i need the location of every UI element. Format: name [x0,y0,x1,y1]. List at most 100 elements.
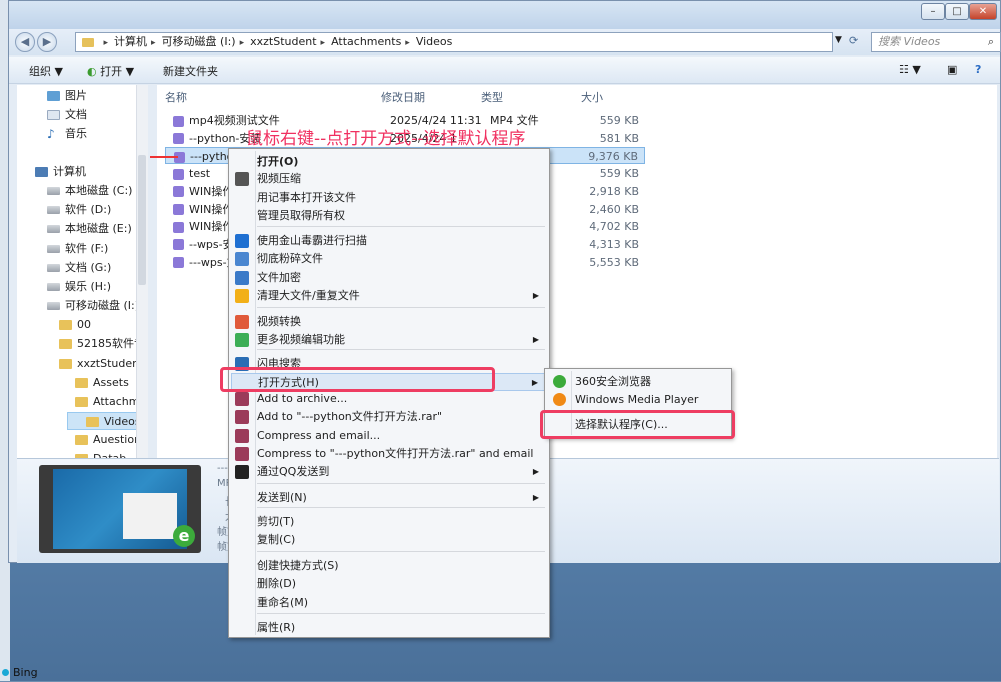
context-menu-item[interactable]: 更多视频编辑功能 ▶ [231,331,547,349]
menu-item-label: 彻底粉碎文件 [257,252,323,265]
breadcrumb-item[interactable]: xxztStudent [250,35,316,48]
context-menu-item[interactable]: Compress to "---python文件打开方法.rar" and em… [231,445,547,463]
nav-item[interactable]: Datab [75,450,126,458]
context-menu-item[interactable]: 使用金山毒霸进行扫描 [231,232,547,250]
winrar-icon [235,429,249,443]
bing-icon [2,669,9,676]
close-button[interactable]: ✕ [969,3,997,20]
context-menu-item[interactable]: Add to "---python文件打开方法.rar" [231,408,547,426]
nav-item[interactable]: 52185软件专营 [59,335,147,353]
context-menu-item[interactable]: 管理员取得所有权 [231,207,547,225]
menu-item-label: 管理员取得所有权 [257,209,345,222]
file-name-cell: test [173,165,210,182]
menu-separator [257,226,545,227]
nav-item[interactable]: 可移动磁盘 (I:) [47,297,139,315]
submenu-item[interactable]: Windows Media Player [547,390,729,409]
column-type[interactable]: 类型 [481,89,503,105]
nav-item[interactable]: 文档 [47,106,87,124]
browser-360-icon [553,375,566,388]
context-menu-item[interactable]: 清理大文件/重复文件 ▶ [231,287,547,305]
context-menu-item[interactable]: 属性(R) [231,619,547,637]
column-name[interactable]: 名称 [165,89,187,105]
breadcrumb-item[interactable]: Attachments [331,35,401,48]
submenu-item[interactable]: 360安全浏览器 [547,372,729,391]
menu-separator [257,307,545,308]
context-menu-item[interactable]: 打开(O) [231,153,547,171]
view-options-icon[interactable]: ☷ ▼ [899,63,921,76]
breadcrumb-item[interactable]: 计算机 [114,35,147,48]
context-menu-item[interactable]: 通过QQ发送到 ▶ [231,463,547,481]
folder-icon [86,417,99,427]
address-dropdown-icon[interactable]: ▼ [835,35,842,45]
bing-taskbar-item[interactable]: Bing [2,666,38,682]
context-menu-item[interactable]: 用记事本打开该文件 [231,189,547,207]
forward-button[interactable]: ▶ [37,32,57,52]
breadcrumb-separator-icon[interactable]: ▸ [405,38,410,48]
annotation-arrow [150,156,178,158]
breadcrumb-item[interactable]: 可移动磁盘 (I:) [162,35,236,48]
video-file-icon [173,221,184,233]
nav-item[interactable]: 计算机 [35,163,86,181]
nav-item[interactable]: 本地磁盘 (C:) [47,182,132,200]
maximize-button[interactable]: □ [945,3,969,20]
breadcrumb-separator-icon[interactable]: ▸ [151,38,156,48]
folder-icon [59,320,72,330]
breadcrumb-separator-icon[interactable]: ▸ [104,38,109,48]
context-menu-item[interactable]: Compress and email... [231,427,547,445]
refresh-icon[interactable]: ⟳ [849,34,858,47]
submenu-arrow-icon: ▶ [532,467,539,476]
folder-icon [75,397,88,407]
open-button[interactable]: ◐ 打开 ▼ [87,63,134,79]
context-menu-item[interactable]: 重命名(M) [231,594,547,612]
help-icon[interactable]: ? [975,63,981,76]
nav-item[interactable]: 娱乐 (H:) [47,278,111,296]
organize-button[interactable]: 组织 ▼ [29,63,63,79]
context-menu-item[interactable]: 发送到(N) ▶ [231,489,547,507]
nav-scrollbar-thumb[interactable] [138,155,146,285]
context-menu-item[interactable]: 删除(D) [231,575,547,593]
shredder-icon [235,252,249,266]
nav-item[interactable]: 图片 [47,87,87,105]
context-menu-item[interactable]: 复制(C) [231,531,547,549]
nav-item[interactable]: 00 [59,316,91,334]
nav-item[interactable]: Videos [67,412,147,430]
nav-item[interactable]: 文档 (G:) [47,259,111,277]
new-folder-button[interactable]: 新建文件夹 [163,63,218,79]
nav-item[interactable]: 软件 (F:) [47,240,108,258]
context-menu: 打开(O) 视频压缩 用记事本打开该文件管理员取得所有权使用金山毒霸进行扫描彻底粉碎… [228,148,550,638]
nav-item[interactable]: ♪ 音乐 [47,125,87,143]
column-size[interactable]: 大小 [581,89,603,105]
breadcrumb-separator-icon[interactable]: ▸ [321,38,326,48]
address-bar[interactable]: ▸ 计算机 ▸ 可移动磁盘 (I:) ▸ xxztStudent ▸ Attachments ▸… [75,32,833,52]
nav-item[interactable]: Assets [75,374,129,392]
context-menu-item[interactable]: 视频转换 [231,313,547,331]
context-menu-item[interactable]: 剪切(T) [231,513,547,531]
minimize-button[interactable]: – [921,3,945,20]
nav-item[interactable]: 软件 (D:) [47,201,111,219]
music-icon: ♪ [47,127,55,141]
ie-icon: e [173,525,195,547]
search-input[interactable]: 搜索 Videos ⌕ [871,32,1001,52]
breadcrumb-separator-icon[interactable]: ▸ [240,38,245,48]
nav-item[interactable]: 本地磁盘 (E:) [47,220,132,238]
nav-scrollbar[interactable] [136,85,148,458]
context-menu-item[interactable]: 视频压缩 [231,170,547,188]
search-icon[interactable]: ⌕ [988,33,994,51]
breadcrumb-item[interactable]: Videos [416,35,453,48]
context-menu-item[interactable]: 彻底粉碎文件 [231,250,547,268]
nav-item-label: Assets [93,376,129,389]
context-menu-item[interactable]: Add to archive... [231,390,547,408]
video-edit-icon [235,333,249,347]
context-menu-item[interactable]: 文件加密 [231,269,547,287]
preview-pane-icon[interactable]: ▣ [947,63,957,76]
video-file-icon [173,257,184,269]
menu-separator [257,507,545,508]
submenu-arrow-icon: ▶ [532,291,539,300]
drive-icon [47,245,60,253]
back-button[interactable]: ◀ [15,32,35,52]
context-menu-item[interactable]: 创建快捷方式(S) [231,557,547,575]
menu-item-label: 属性(R) [257,621,296,634]
nav-item[interactable]: xxztStudent [59,355,143,373]
column-date[interactable]: 修改日期 [381,89,425,105]
title-bar: – □ ✕ [9,1,1000,29]
